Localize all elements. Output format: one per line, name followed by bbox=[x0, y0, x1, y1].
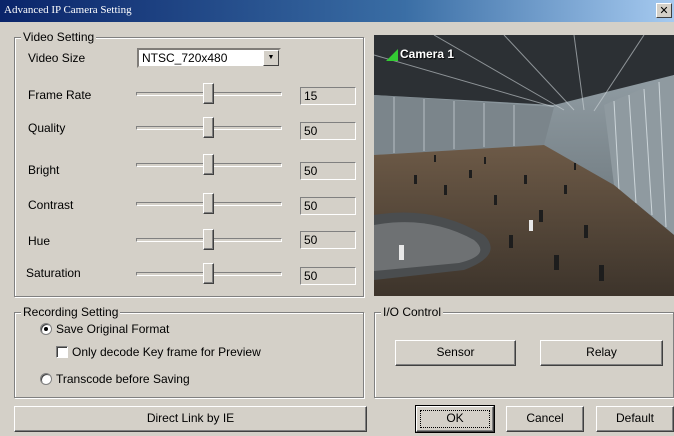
camera-status-icon bbox=[386, 49, 398, 61]
transcode-label[interactable]: Transcode before Saving bbox=[56, 372, 190, 386]
relay-button[interactable]: Relay bbox=[540, 340, 663, 366]
slider-value: 15 bbox=[300, 87, 356, 105]
direct-link-button[interactable]: Direct Link by IE bbox=[14, 406, 367, 432]
default-button[interactable]: Default bbox=[596, 406, 674, 432]
chevron-down-icon[interactable]: ▼ bbox=[263, 50, 279, 66]
slider-thumb[interactable] bbox=[203, 229, 214, 250]
transcode-radio[interactable] bbox=[40, 373, 52, 385]
close-icon[interactable]: ✕ bbox=[656, 3, 672, 18]
slider-label: Frame Rate bbox=[28, 88, 92, 102]
recording-setting-legend: Recording Setting bbox=[21, 305, 121, 319]
only-decode-key-checkbox[interactable] bbox=[56, 346, 68, 358]
slider-label: Saturation bbox=[26, 266, 81, 280]
save-original-label[interactable]: Save Original Format bbox=[56, 322, 169, 336]
video-size-select[interactable]: NTSC_720x480 ▼ bbox=[137, 48, 281, 68]
video-size-label: Video Size bbox=[28, 51, 86, 65]
title-bar[interactable]: Advanced IP Camera Setting ✕ bbox=[0, 0, 674, 22]
sensor-button[interactable]: Sensor bbox=[395, 340, 516, 366]
ok-button[interactable]: OK bbox=[415, 405, 495, 433]
focus-ring bbox=[420, 410, 490, 428]
slider-thumb[interactable] bbox=[203, 263, 214, 284]
only-decode-key-label[interactable]: Only decode Key frame for Preview bbox=[72, 345, 261, 359]
slider-value: 50 bbox=[300, 122, 356, 140]
slider-thumb[interactable] bbox=[203, 154, 214, 175]
slider-label: Hue bbox=[28, 234, 51, 248]
cancel-button[interactable]: Cancel bbox=[506, 406, 584, 432]
camera-preview[interactable]: Camera 1 bbox=[374, 35, 674, 296]
video-size-value: NTSC_720x480 bbox=[142, 51, 228, 65]
camera-preview-image bbox=[374, 35, 674, 296]
save-original-radio[interactable] bbox=[40, 323, 52, 335]
slider-value: 50 bbox=[300, 267, 356, 285]
slider-label: Bright bbox=[28, 163, 60, 177]
io-control-legend: I/O Control bbox=[381, 305, 444, 319]
slider-value: 50 bbox=[300, 231, 356, 249]
camera-label: Camera 1 bbox=[400, 47, 455, 61]
window-title: Advanced IP Camera Setting bbox=[4, 4, 132, 16]
slider-label: Contrast bbox=[28, 198, 74, 212]
slider-thumb[interactable] bbox=[203, 83, 214, 104]
slider-label: Quality bbox=[28, 121, 66, 135]
slider-thumb[interactable] bbox=[203, 117, 214, 138]
slider-value: 50 bbox=[300, 162, 356, 180]
slider-thumb[interactable] bbox=[203, 193, 214, 214]
video-setting-legend: Video Setting bbox=[21, 30, 97, 44]
slider-value: 50 bbox=[300, 197, 356, 215]
